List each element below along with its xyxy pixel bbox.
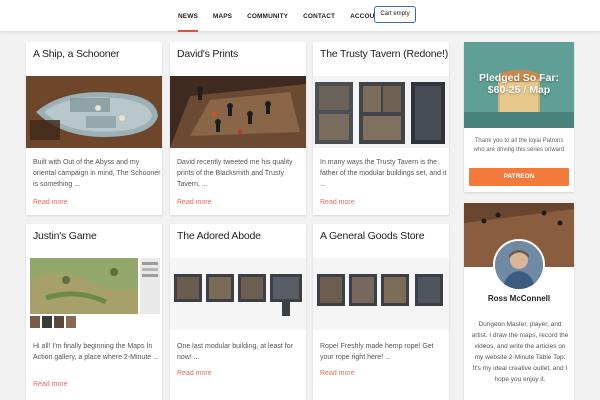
pledge-amount: Pledged So Far: $60-25 / Map [464,72,574,96]
author-name: Ross McConnell [487,294,551,303]
pledge-line-1: Pledged So Far: [479,72,559,84]
read-more-link[interactable]: Read more [320,199,355,206]
post-title[interactable]: The Trusty Tavern (Redone!) [320,48,448,60]
post-thumbnail-tavern[interactable] [313,76,449,148]
read-more-link[interactable]: Read more [320,370,355,377]
author-avatar [493,239,545,291]
read-more-link[interactable]: Read more [177,370,212,377]
post-card[interactable]: The Adored Abode One last modular buildi… [170,224,306,400]
nav-item-community[interactable]: COMMUNITY [247,0,288,32]
post-excerpt: David recently tweeted me his quality pr… [177,159,293,188]
post-title[interactable]: A General Goods Store [320,230,425,242]
site-header: NEWS MAPS COMMUNITY CONTACT ACCOUNT Cart… [0,0,600,32]
post-excerpt: In many ways the Trusty Tavern is the fa… [320,159,447,188]
nav-item-maps[interactable]: MAPS [213,0,232,32]
post-excerpt: One last modular building, at least for … [177,343,293,361]
post-card[interactable]: The Trusty Tavern (Redone!) In many ways… [313,42,449,215]
patron-thanks-text: Thank you to all the loyal Patrons who a… [473,138,565,153]
post-excerpt: Hi all! I'm finally beginning the Maps I… [33,343,159,361]
post-title[interactable]: David's Prints [177,48,238,60]
post-title[interactable]: The Adored Abode [177,230,261,242]
author-profile-widget: Ross McConnell Dungeon Master, player, a… [464,203,574,400]
patreon-widget: Pledged So Far: $60-25 / Map Thank you t… [464,42,574,192]
author-bio: Dungeon Master, player, and artist. I dr… [471,321,569,383]
read-more-link[interactable]: Read more [177,199,212,206]
post-thumbnail-prints[interactable] [170,76,306,148]
post-card[interactable]: David's Prints David recently tweeted me… [170,42,306,215]
post-thumbnail-adored-abode[interactable] [170,258,306,330]
nav-item-contact[interactable]: CONTACT [303,0,335,32]
main-nav: NEWS MAPS COMMUNITY CONTACT ACCOUNT [178,0,398,32]
pledge-line-2: $60-25 / Map [487,84,551,96]
cart-button[interactable]: Cart empty [374,6,416,23]
post-thumbnail-schooner[interactable] [26,76,162,148]
post-excerpt: Rope! Freshly made hemp rope! Get your r… [320,343,434,361]
patreon-button[interactable]: PATREON [469,168,569,186]
nav-item-news[interactable]: NEWS [178,0,198,32]
post-thumbnail-goods-store[interactable] [313,258,449,330]
pledge-banner: Pledged So Far: $60-25 / Map [464,42,574,128]
post-card[interactable]: A General Goods Store Rope! Freshly made… [313,224,449,400]
post-card[interactable]: Justin's Game Hi all! I'm finally beginn… [26,224,162,400]
post-title[interactable]: A Ship, a Schooner [33,48,119,60]
read-more-link[interactable]: Read more [33,381,68,388]
post-card[interactable]: A Ship, a Schooner Built with Out of the… [26,42,162,215]
read-more-link[interactable]: Read more [33,199,68,206]
post-thumbnail-justins-game[interactable] [26,258,162,330]
post-title[interactable]: Justin's Game [33,230,97,242]
post-excerpt: Built with Out of the Abyss and my orien… [33,159,161,188]
